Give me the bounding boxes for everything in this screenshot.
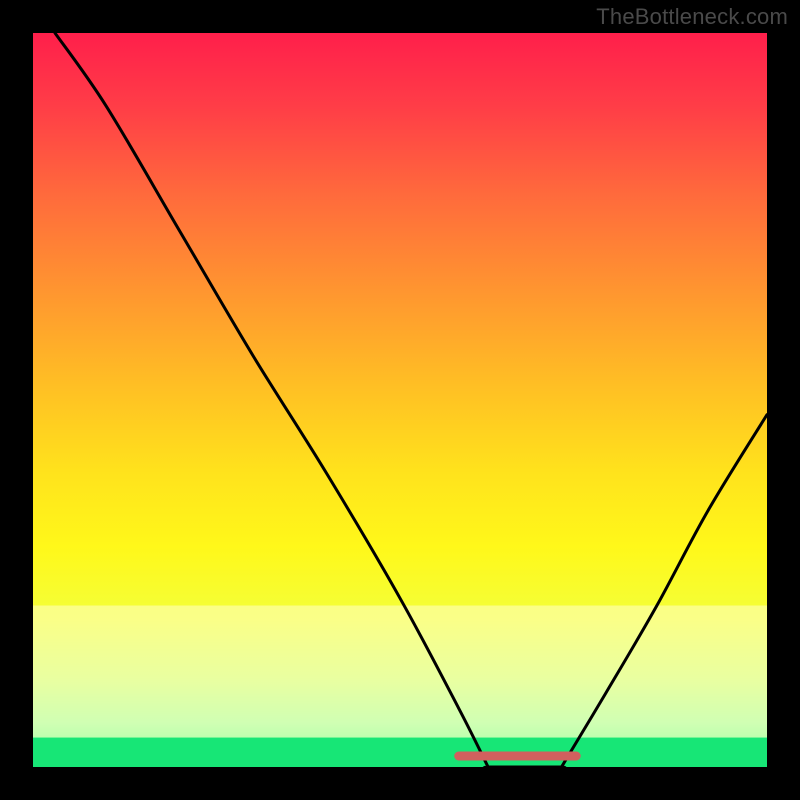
bottleneck-chart-svg (33, 33, 767, 767)
plot-area (33, 33, 767, 767)
chart-frame: TheBottleneck.com (0, 0, 800, 800)
pale-band (33, 606, 767, 738)
green-baseline-strip (33, 738, 767, 767)
watermark-text: TheBottleneck.com (596, 4, 788, 30)
